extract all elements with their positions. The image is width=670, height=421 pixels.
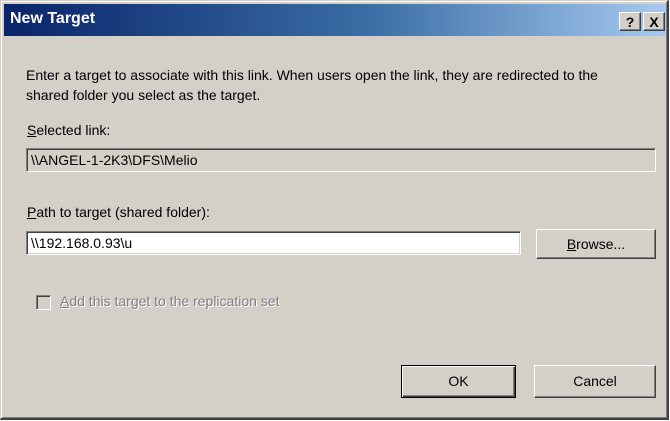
replication-checkbox[interactable] <box>36 295 51 310</box>
title-bar[interactable]: New Target ? X <box>4 4 666 36</box>
path-to-target-label: Path to target (shared folder): <box>27 204 210 220</box>
help-icon: ? <box>625 14 635 30</box>
browse-button[interactable]: Browse... <box>536 229 656 259</box>
cancel-button[interactable]: Cancel <box>534 365 656 398</box>
replication-checkbox-label: Add this target to the replication set <box>60 293 280 309</box>
help-button[interactable]: ? <box>619 12 641 31</box>
close-button[interactable]: X <box>643 12 665 31</box>
dialog-description: Enter a target to associate with this li… <box>26 67 598 103</box>
ok-button[interactable]: OK <box>401 365 516 398</box>
path-to-target-input[interactable]: \\192.168.0.93\u <box>26 231 521 255</box>
selected-link-field: \\ANGEL-1-2K3\DFS\Melio <box>26 148 656 172</box>
selected-link-label: Selected link: <box>27 122 111 138</box>
dialog-title: New Target <box>10 10 96 27</box>
close-icon: X <box>649 14 659 30</box>
new-target-dialog: New Target ? X Enter a target to associa… <box>0 0 669 420</box>
